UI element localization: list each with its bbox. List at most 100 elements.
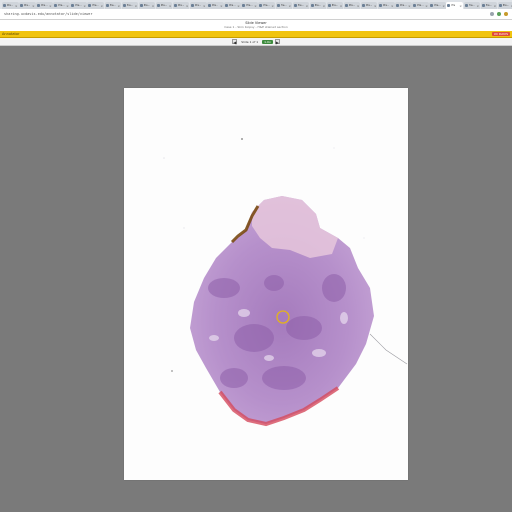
tab-close-icon[interactable]: × xyxy=(306,4,309,8)
tab-label: Pre... xyxy=(383,4,390,7)
tab-close-icon[interactable]: × xyxy=(220,4,223,8)
browser-tab[interactable]: Pre... × xyxy=(70,2,87,9)
tab-close-icon[interactable]: × xyxy=(425,4,428,8)
tab-favicon-icon xyxy=(122,4,126,7)
browser-tab[interactable]: Pre... × xyxy=(36,2,53,9)
tab-close-icon[interactable]: × xyxy=(271,4,274,8)
slide-viewer[interactable] xyxy=(0,46,512,512)
browser-tab[interactable]: Pre... × xyxy=(207,2,224,9)
tab-close-icon[interactable]: × xyxy=(152,4,155,8)
slide-image[interactable] xyxy=(124,88,408,480)
tab-favicon-icon xyxy=(208,4,212,7)
browser-tab[interactable]: Pre... × xyxy=(53,2,70,9)
tab-close-icon[interactable]: × xyxy=(32,4,35,8)
tab-favicon-icon xyxy=(173,4,177,7)
browser-tab[interactable]: Pre... × xyxy=(241,2,258,9)
tab-favicon-icon xyxy=(242,4,246,7)
browser-tab[interactable]: Pre... × xyxy=(190,2,207,9)
app-header: Slide Viewer Case 1 - Skin biopsy - H&E … xyxy=(0,20,512,31)
tab-close-icon[interactable]: × xyxy=(118,4,121,8)
chevron-right-icon[interactable]: ▶ xyxy=(274,39,280,45)
tab-close-icon[interactable]: × xyxy=(186,4,189,8)
tab-close-icon[interactable]: × xyxy=(494,4,497,8)
tab-close-icon[interactable]: × xyxy=(237,4,240,8)
browser-tab[interactable]: Pre × xyxy=(446,2,463,9)
app-window: Pre... × Pre... × Pre... × Pre... × Pre... × Pre..… xyxy=(0,0,512,512)
browser-tab[interactable]: Pre... × xyxy=(343,2,361,9)
tab-close-icon[interactable]: × xyxy=(135,4,138,8)
tab-close-icon[interactable]: × xyxy=(408,4,411,8)
tab-favicon-icon xyxy=(396,4,400,7)
browser-tab[interactable]: Pre... × xyxy=(2,2,19,9)
brand-label: Annotator xyxy=(2,32,20,36)
tab-favicon-icon xyxy=(361,4,365,7)
tab-close-icon[interactable]: × xyxy=(459,4,462,8)
tab-label: Pre... xyxy=(400,4,407,7)
browser-tab[interactable]: Pre... × xyxy=(412,2,429,9)
tab-label: Pre... xyxy=(365,4,373,7)
browser-tab[interactable]: Pre... × xyxy=(275,2,292,9)
tab-close-icon[interactable]: × xyxy=(340,4,343,8)
url-text[interactable]: sharing.ucdavis.edu/annotator/slide/view… xyxy=(4,12,93,16)
tab-close-icon[interactable]: × xyxy=(442,4,445,8)
browser-tab[interactable]: Pre... × xyxy=(172,2,190,9)
tab-close-icon[interactable]: × xyxy=(288,4,291,8)
tab-label: Pre... xyxy=(434,4,441,7)
browser-tab[interactable]: Pre... × xyxy=(155,2,173,9)
browser-tab[interactable]: Pre... × xyxy=(258,2,275,9)
tab-label: Pre... xyxy=(502,4,510,7)
browser-tab[interactable]: Pre... × xyxy=(463,2,481,9)
browser-tab[interactable]: Pre... × xyxy=(497,2,512,9)
slide-counter: Slide 1 of 1 xyxy=(241,39,259,44)
browser-tab[interactable]: Pre... × xyxy=(309,2,327,9)
tab-label: Pre... xyxy=(92,4,99,7)
browser-tab[interactable]: Pre... × xyxy=(326,2,344,9)
tab-close-icon[interactable]: × xyxy=(66,4,69,8)
tab-label: Pre... xyxy=(263,4,270,7)
tab-label: Pre... xyxy=(7,4,14,7)
browser-tab[interactable]: Pre... × xyxy=(104,2,122,9)
address-bar[interactable]: sharing.ucdavis.edu/annotator/slide/view… xyxy=(0,9,512,20)
tab-label: Pre... xyxy=(314,4,322,7)
tab-close-icon[interactable]: × xyxy=(15,4,18,8)
tab-favicon-icon xyxy=(54,4,58,7)
browser-tab[interactable]: Pre... × xyxy=(395,2,412,9)
tab-close-icon[interactable]: × xyxy=(254,4,257,8)
tab-label: Pre... xyxy=(75,4,82,7)
tab-close-icon[interactable]: × xyxy=(49,4,52,8)
browser-tab[interactable]: Pre... × xyxy=(292,2,310,9)
browser-tab[interactable]: Pre... × xyxy=(19,2,36,9)
tab-close-icon[interactable]: × xyxy=(391,4,394,8)
browser-tab[interactable]: Pre... × xyxy=(360,2,378,9)
tab-favicon-icon xyxy=(327,4,331,7)
tab-favicon-icon xyxy=(37,4,41,7)
tab-close-icon[interactable]: × xyxy=(357,4,360,8)
browser-tab[interactable]: Pre... × xyxy=(480,2,498,9)
tab-label: Pre... xyxy=(417,4,424,7)
extension-icon[interactable] xyxy=(497,12,501,16)
browser-tab[interactable]: Pre... × xyxy=(121,2,139,9)
tab-label: Pre... xyxy=(229,4,236,7)
tab-close-icon[interactable]: × xyxy=(323,4,326,8)
chevron-left-icon[interactable]: ◀ xyxy=(232,39,238,45)
tab-favicon-icon xyxy=(379,4,383,7)
tab-close-icon[interactable]: × xyxy=(374,4,377,8)
browser-tab[interactable]: Pre... × xyxy=(429,2,446,9)
tab-favicon-icon xyxy=(20,4,24,7)
browser-tab[interactable]: Pre... × xyxy=(87,2,104,9)
browser-tab[interactable]: Pre... × xyxy=(378,2,395,9)
profile-icon[interactable] xyxy=(504,12,508,16)
tab-label: Pre... xyxy=(485,4,492,7)
tissue-fiber xyxy=(369,333,408,365)
zoom-level-badge[interactable]: 1.0x xyxy=(262,39,273,44)
browser-tab[interactable]: Pre... × xyxy=(138,2,156,9)
tab-close-icon[interactable]: × xyxy=(83,4,86,8)
star-icon[interactable] xyxy=(490,12,494,16)
tab-close-icon[interactable]: × xyxy=(477,4,480,8)
tab-close-icon[interactable]: × xyxy=(169,4,172,8)
browser-tab[interactable]: Pre... × xyxy=(224,2,241,9)
tab-close-icon[interactable]: × xyxy=(100,4,103,8)
tab-close-icon[interactable]: × xyxy=(203,4,206,8)
tab-label: Pre... xyxy=(41,4,48,7)
institution-badge[interactable]: UC DAVIS xyxy=(491,32,510,36)
